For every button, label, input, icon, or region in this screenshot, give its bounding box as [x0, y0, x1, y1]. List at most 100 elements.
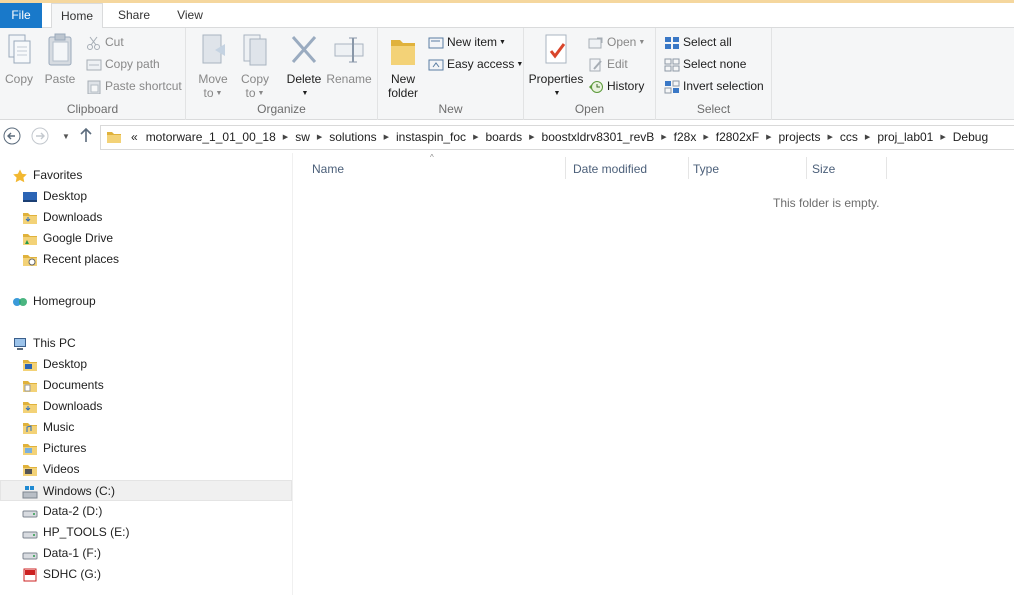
back-button[interactable]	[2, 127, 22, 147]
select-all-label: Select all	[683, 35, 732, 49]
forward-button[interactable]	[30, 127, 50, 147]
invert-selection-label: Invert selection	[683, 79, 764, 93]
copy-to-label: Copy	[240, 72, 269, 86]
paste-shortcut-label: Paste shortcut	[105, 79, 182, 93]
nav-fav-downloads[interactable]: Downloads	[22, 207, 102, 228]
breadcrumb-chevron-icon[interactable]: ▶	[658, 126, 669, 149]
nav-fav-desktop[interactable]: Desktop	[22, 186, 87, 207]
easy-access-button[interactable]: Easy access ▼	[428, 54, 523, 74]
nav-pc-music[interactable]: Music	[22, 417, 74, 438]
invert-selection-button[interactable]: Invert selection	[664, 76, 764, 96]
paste-button[interactable]: Paste	[42, 32, 78, 98]
column-divider[interactable]	[565, 157, 566, 179]
breadcrumb-chevron-icon[interactable]: ▶	[937, 126, 948, 149]
nav-fav-recent-label: Recent places	[43, 252, 120, 266]
column-divider[interactable]	[688, 157, 689, 179]
new-folder-label-2: folder	[387, 86, 419, 100]
breadcrumb-item[interactable]: sw	[291, 126, 314, 149]
breadcrumb-item[interactable]: ccs	[836, 126, 862, 149]
breadcrumb-chevron-icon[interactable]: ▶	[470, 126, 481, 149]
up-arrow-icon	[80, 127, 92, 142]
cut-label: Cut	[105, 35, 124, 49]
tab-file[interactable]: File	[0, 3, 42, 28]
new-item-button[interactable]: New item ▼	[428, 32, 506, 52]
move-to-button[interactable]: Move to ▼	[194, 32, 232, 100]
nav-homegroup[interactable]: Homegroup	[12, 291, 96, 312]
breadcrumb-item[interactable]: projects	[775, 126, 825, 149]
move-to-label-2: to	[203, 86, 214, 100]
breadcrumb-chevron-icon[interactable]: ▶	[825, 126, 836, 149]
recent-locations-button[interactable]: ▼	[56, 127, 76, 147]
nav-fav-recent-places[interactable]: Recent places	[22, 249, 119, 270]
nav-drive-c[interactable]: Windows (C:)	[0, 480, 292, 501]
tab-view[interactable]: View	[168, 3, 212, 28]
tab-home[interactable]: Home	[51, 3, 103, 29]
nav-pc-desktop[interactable]: Desktop	[22, 354, 87, 375]
empty-folder-message: This folder is empty.	[773, 196, 880, 210]
paste-shortcut-button[interactable]: Paste shortcut	[86, 76, 182, 96]
breadcrumb-chevron-icon[interactable]: ▶	[763, 126, 774, 149]
column-header-type[interactable]: Type	[693, 161, 719, 177]
nav-drive-d[interactable]: Data-2 (D:)	[22, 501, 102, 522]
breadcrumb-chevron-icon[interactable]: ▶	[862, 126, 873, 149]
nav-drive-g[interactable]: SDHC (G:)	[22, 564, 101, 585]
breadcrumb: «motorware_1_01_00_18 ▶ sw ▶ solutions ▶ insta…	[127, 126, 992, 149]
nav-pc-desktop-label: Desktop	[43, 357, 88, 371]
column-divider[interactable]	[806, 157, 807, 179]
column-header-size[interactable]: Size	[812, 161, 835, 177]
rename-button[interactable]: Rename	[326, 32, 372, 98]
breadcrumb-chevron-icon[interactable]: ▶	[280, 126, 291, 149]
up-button[interactable]	[76, 127, 96, 147]
breadcrumb-chevron-icon[interactable]: ▶	[700, 126, 711, 149]
nav-drive-e[interactable]: HP_TOOLS (E:)	[22, 522, 129, 543]
breadcrumb-overflow-button[interactable]: «	[127, 126, 142, 149]
breadcrumb-chevron-icon[interactable]: ▶	[381, 126, 392, 149]
breadcrumb-item[interactable]: proj_lab01	[873, 126, 937, 149]
breadcrumb-item[interactable]: f2802xF	[712, 126, 763, 149]
windows-drive-icon	[22, 485, 38, 499]
nav-pc-videos[interactable]: Videos	[22, 459, 79, 480]
sort-ascending-icon: ^	[430, 153, 434, 162]
select-group: Select all Select none Invert selection …	[656, 28, 772, 120]
nav-pc-documents[interactable]: Documents	[22, 375, 104, 396]
history-label: History	[607, 79, 645, 93]
new-folder-button[interactable]: New folder	[384, 32, 422, 100]
breadcrumb-item[interactable]: Debug	[949, 126, 992, 149]
column-header-name[interactable]: Name	[312, 161, 344, 177]
copy-button[interactable]: Copy	[2, 32, 36, 98]
nav-pc-pictures[interactable]: Pictures	[22, 438, 86, 459]
column-header-date-modified[interactable]: Date modified	[573, 161, 647, 177]
nav-this-pc[interactable]: This PC	[12, 333, 76, 354]
breadcrumb-chevron-icon[interactable]: ▶	[314, 126, 325, 149]
nav-pc-downloads[interactable]: Downloads	[22, 396, 102, 417]
edit-button[interactable]: Edit	[588, 54, 628, 74]
history-button[interactable]: History	[588, 76, 644, 96]
desktop-folder-icon	[22, 358, 38, 372]
breadcrumb-item[interactable]: boostxldrv8301_revB	[538, 126, 659, 149]
copy-path-button[interactable]: Copy path	[86, 54, 160, 74]
breadcrumb-chevron-icon[interactable]: ▶	[526, 126, 537, 149]
column-size-label: Size	[812, 162, 836, 176]
column-divider[interactable]	[886, 157, 887, 179]
properties-button[interactable]: Properties ▼	[528, 32, 584, 98]
nav-fav-desktop-label: Desktop	[43, 189, 88, 203]
open-button[interactable]: Open ▼	[588, 32, 645, 52]
copy-to-button[interactable]: Copy to ▼	[236, 32, 274, 100]
breadcrumb-item[interactable]: solutions	[325, 126, 380, 149]
rename-label: Rename	[326, 72, 372, 86]
delete-button[interactable]: Delete ▼	[284, 32, 324, 98]
tab-share[interactable]: Share	[110, 3, 158, 28]
nav-drive-f[interactable]: Data-1 (F:)	[22, 543, 101, 564]
clipboard-group-label: Clipboard	[66, 102, 119, 116]
nav-favorites[interactable]: Favorites	[12, 165, 82, 186]
cut-button[interactable]: Cut	[86, 32, 124, 52]
select-none-button[interactable]: Select none	[664, 54, 746, 74]
select-all-button[interactable]: Select all	[664, 32, 732, 52]
breadcrumb-item[interactable]: instaspin_foc	[392, 126, 470, 149]
address-bar[interactable]: «motorware_1_01_00_18 ▶ sw ▶ solutions ▶ insta…	[100, 125, 1014, 150]
breadcrumb-item[interactable]: f28x	[670, 126, 701, 149]
breadcrumb-item[interactable]: boards	[481, 126, 526, 149]
breadcrumb-item[interactable]: motorware_1_01_00_18	[142, 126, 280, 149]
downloads-folder-icon	[22, 400, 38, 414]
nav-fav-google-drive[interactable]: Google Drive	[22, 228, 113, 249]
